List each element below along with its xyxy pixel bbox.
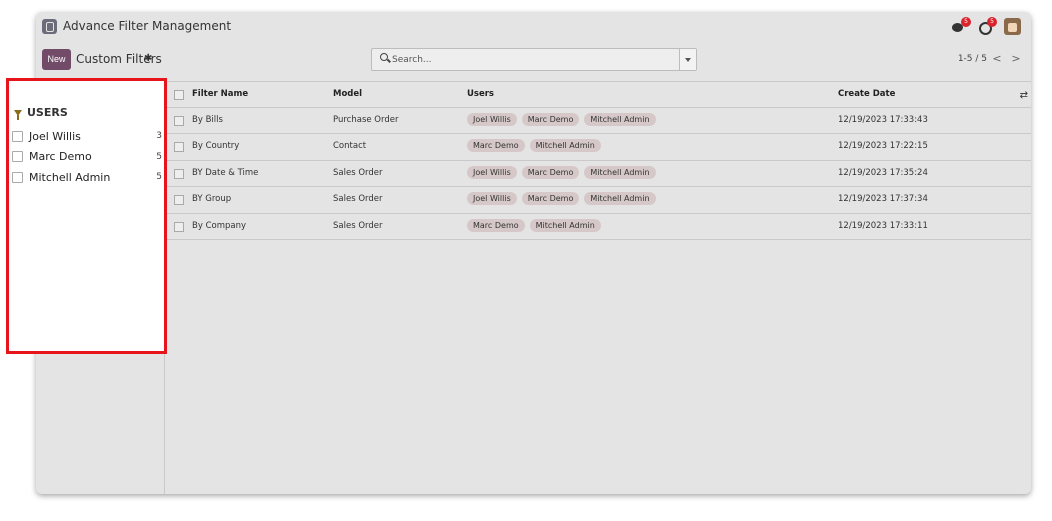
user-filter-item[interactable]: Marc Demo 5 bbox=[12, 148, 162, 166]
search-input[interactable] bbox=[392, 52, 672, 68]
row-checkbox[interactable] bbox=[174, 142, 184, 152]
row-checkbox[interactable] bbox=[174, 115, 184, 126]
select-all-checkbox[interactable] bbox=[174, 90, 184, 100]
filter-funnel-icon bbox=[14, 109, 22, 120]
pager-next-button[interactable]: > bbox=[1008, 50, 1024, 68]
table-row[interactable]: By Bills Purchase Order Joel Willis Marc De… bbox=[166, 108, 1031, 134]
app-title: Advance Filter Management bbox=[63, 19, 232, 33]
column-header-users[interactable]: Users bbox=[467, 89, 494, 99]
user-tag: Joel Willis bbox=[467, 112, 517, 126]
system-icons: 5 5 bbox=[952, 16, 1021, 35]
users-cell: Joel Willis Marc Demo Mitchell Admin bbox=[467, 112, 656, 126]
create-date-cell: 12/19/2023 17:37:34 bbox=[838, 194, 928, 204]
pager-previous-button[interactable]: < bbox=[989, 50, 1005, 68]
table-row[interactable]: BY Group Sales Order Joel Willis Marc Demo M… bbox=[166, 187, 1031, 214]
user-tag: Marc Demo bbox=[521, 192, 580, 205]
search-dropdown-toggle[interactable] bbox=[679, 49, 696, 70]
filter-name-cell: BY Date & Time bbox=[192, 167, 259, 178]
activity-clock-icon[interactable]: 5 bbox=[978, 16, 997, 35]
table-header-row: Filter Name Model Users Create Date ⇄ bbox=[166, 81, 1031, 108]
model-cell: Sales Order bbox=[333, 194, 383, 204]
filter-name-cell: By Company bbox=[192, 220, 247, 231]
user-tag: Mitchell Admin bbox=[529, 139, 601, 152]
column-header-create-date[interactable]: Create Date bbox=[838, 89, 895, 99]
user-filter-checkbox[interactable] bbox=[12, 151, 23, 162]
row-checkbox[interactable] bbox=[174, 221, 184, 232]
pager-value[interactable]: 1-5 / 5 bbox=[958, 54, 987, 64]
user-tag: Mitchell Admin bbox=[529, 218, 601, 232]
users-cell: Joel Willis Marc Demo Mitchell Admin bbox=[467, 165, 656, 179]
table-row[interactable]: BY Date & Time Sales Order Joel Willis Marc… bbox=[166, 161, 1031, 187]
filter-name-cell: By Bills bbox=[192, 114, 223, 125]
filters-table: Filter Name Model Users Create Date ⇄ By… bbox=[166, 81, 1031, 240]
table-row[interactable]: By Country Contact Marc Demo Mitchell Admin… bbox=[166, 134, 1031, 161]
column-header-filter-name[interactable]: Filter Name bbox=[192, 89, 248, 99]
user-tag: Mitchell Admin bbox=[584, 192, 656, 205]
create-date-cell: 12/19/2023 17:22:15 bbox=[838, 141, 928, 151]
user-tag: Marc Demo bbox=[467, 139, 525, 152]
users-filter-title: USERS bbox=[27, 106, 68, 119]
new-button[interactable]: New bbox=[42, 49, 71, 70]
user-filter-item[interactable]: Mitchell Admin 5 bbox=[12, 168, 162, 186]
chat-badge: 5 bbox=[961, 16, 971, 27]
user-tag: Joel Willis bbox=[467, 192, 517, 205]
avatar[interactable] bbox=[1004, 18, 1021, 35]
user-filter-label: Joel Willis bbox=[29, 129, 81, 143]
user-filter-count: 3 bbox=[156, 131, 162, 141]
model-cell: Contact bbox=[333, 141, 367, 151]
chat-icon[interactable]: 5 bbox=[952, 16, 971, 35]
highlight-box: USERS Joel Willis 3 Marc Demo 5 Mitchell Adm… bbox=[6, 78, 167, 354]
user-filter-checkbox[interactable] bbox=[12, 130, 23, 142]
row-checkbox[interactable] bbox=[174, 168, 184, 179]
top-bar: Advance Filter Management 5 5 bbox=[36, 12, 1031, 44]
user-filter-label: Marc Demo bbox=[29, 150, 92, 163]
user-tag: Marc Demo bbox=[467, 218, 525, 232]
users-cell: Joel Willis Marc Demo Mitchell Admin bbox=[467, 192, 656, 205]
user-tag: Joel Willis bbox=[467, 165, 517, 179]
model-cell: Sales Order bbox=[333, 167, 383, 178]
column-header-model[interactable]: Model bbox=[333, 89, 362, 99]
user-tag: Marc Demo bbox=[521, 165, 580, 179]
search-bar bbox=[371, 48, 697, 71]
row-checkbox[interactable] bbox=[174, 195, 184, 205]
user-filter-count: 5 bbox=[156, 151, 162, 162]
user-tag: Mitchell Admin bbox=[584, 112, 656, 126]
user-filter-checkbox[interactable] bbox=[12, 171, 23, 183]
user-tag: Marc Demo bbox=[521, 112, 580, 126]
user-filter-item[interactable]: Joel Willis 3 bbox=[12, 127, 162, 145]
create-date-cell: 12/19/2023 17:35:24 bbox=[838, 167, 928, 178]
optional-columns-icon[interactable]: ⇄ bbox=[1020, 90, 1028, 101]
users-filter-header: USERS bbox=[14, 106, 68, 120]
filter-name-cell: By Country bbox=[192, 141, 240, 151]
user-filter-count: 5 bbox=[156, 172, 162, 182]
activity-badge: 5 bbox=[987, 16, 997, 27]
app-window: Advance Filter Management 5 5 New Custom… bbox=[36, 12, 1031, 494]
search-icon bbox=[380, 53, 388, 61]
users-cell: Marc Demo Mitchell Admin bbox=[467, 218, 601, 232]
app-icon bbox=[42, 19, 57, 34]
users-cell: Marc Demo Mitchell Admin bbox=[467, 139, 601, 152]
model-cell: Sales Order bbox=[333, 220, 383, 231]
table-row[interactable]: By Company Sales Order Marc Demo Mitchell A… bbox=[166, 214, 1031, 240]
user-filter-label: Mitchell Admin bbox=[29, 170, 111, 184]
user-tag: Mitchell Admin bbox=[584, 165, 656, 179]
filter-name-cell: BY Group bbox=[192, 194, 232, 204]
create-date-cell: 12/19/2023 17:33:11 bbox=[838, 220, 928, 231]
create-date-cell: 12/19/2023 17:33:43 bbox=[838, 114, 928, 125]
model-cell: Purchase Order bbox=[333, 114, 399, 125]
gear-icon[interactable]: ✱ bbox=[144, 53, 152, 64]
